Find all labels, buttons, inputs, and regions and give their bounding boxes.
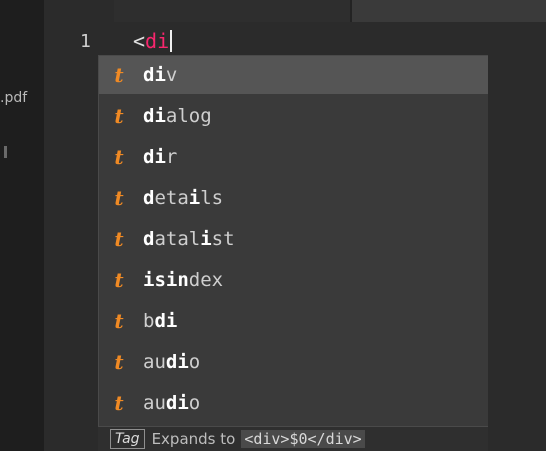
sidebar-folder-marker	[4, 146, 7, 158]
completion-item-isindex[interactable]: t isindex	[99, 261, 489, 299]
open-bracket: <	[133, 29, 146, 53]
snippet-preview: <div>$0</div>	[241, 430, 365, 448]
tag-kind-icon: t	[114, 227, 124, 251]
completion-item-div[interactable]: t div	[99, 56, 489, 94]
completion-label: div	[143, 64, 178, 86]
tag-kind-icon: t	[114, 309, 124, 333]
editor-right-area	[488, 55, 546, 451]
completion-details-footer: Tag Expands to <div>$0</div>	[98, 427, 488, 451]
kind-badge: Tag	[110, 429, 145, 449]
code-line[interactable]: < di	[133, 29, 173, 53]
line-number: 1	[80, 31, 91, 52]
completion-item-datalist[interactable]: t datalist	[99, 220, 489, 258]
completion-label: details	[143, 187, 224, 209]
typed-text: di	[145, 29, 170, 53]
completion-label: audio	[143, 392, 201, 414]
text-caret	[170, 30, 173, 52]
tag-kind-icon: t	[114, 186, 124, 210]
completion-label: dir	[143, 146, 178, 168]
editor-window: .pdf 1 < di t div t dialog t dir t detai…	[0, 0, 546, 451]
tag-kind-icon: t	[114, 391, 124, 415]
tag-kind-icon: t	[114, 63, 124, 87]
completion-item-bdi[interactable]: t bdi	[99, 302, 489, 340]
autocomplete-popup: t div t dialog t dir t details t datalis…	[98, 55, 490, 427]
completion-label: isindex	[143, 269, 224, 291]
completion-label: dialog	[143, 105, 212, 127]
completion-label: audio	[143, 351, 201, 373]
completion-item-dir[interactable]: t dir	[99, 138, 489, 176]
sidebar: .pdf	[0, 0, 44, 451]
tag-kind-icon: t	[114, 104, 124, 128]
completion-item-dialog[interactable]: t dialog	[99, 97, 489, 135]
tag-kind-icon: t	[114, 268, 124, 292]
completion-label: bdi	[143, 310, 178, 332]
completion-item-audio[interactable]: t audio	[99, 343, 489, 381]
completion-label: datalist	[143, 228, 235, 250]
completion-item-audio-2[interactable]: t audio	[99, 384, 489, 422]
footer-description: Expands to	[151, 430, 236, 448]
tag-kind-icon: t	[114, 350, 124, 374]
sidebar-file-item[interactable]: .pdf	[0, 90, 27, 106]
completion-item-details[interactable]: t details	[99, 179, 489, 217]
tag-kind-icon: t	[114, 145, 124, 169]
tab-inactive[interactable]	[352, 0, 546, 22]
